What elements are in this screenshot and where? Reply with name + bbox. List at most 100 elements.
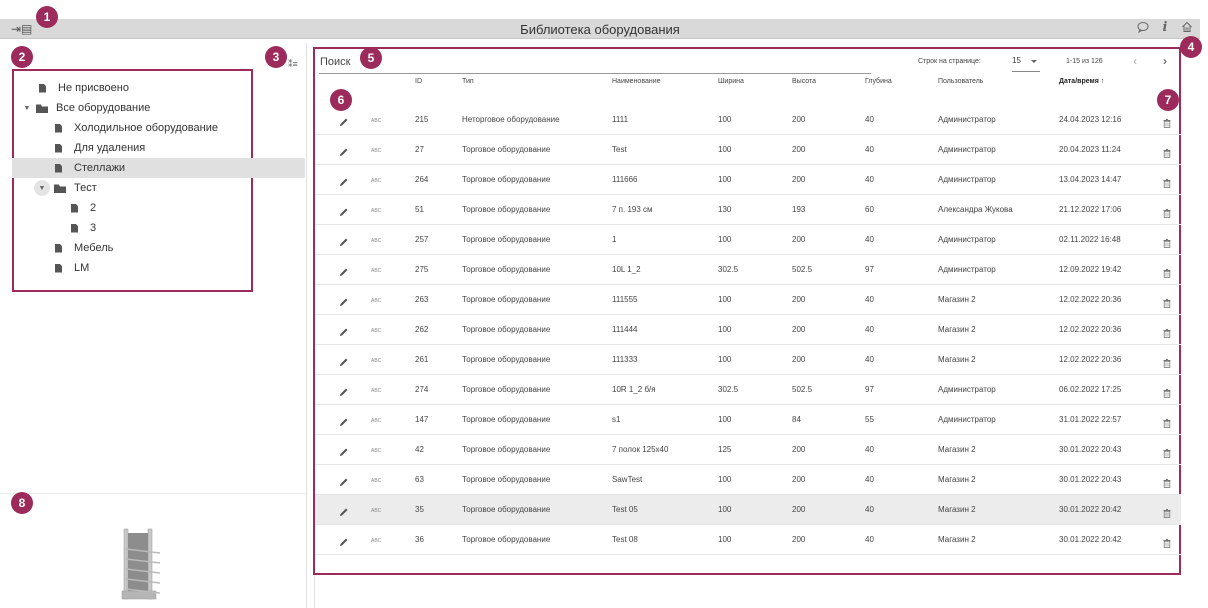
edit-pencil-icon[interactable]	[339, 264, 349, 276]
title-bar: ⇥▤ Библиотека оборудования i	[0, 19, 1200, 39]
table-row[interactable]: ABC 51 Торговое оборудование 7 п. 193 см 130…	[315, 195, 1181, 225]
delete-trash-icon[interactable]	[1163, 355, 1171, 368]
chevron-right-icon[interactable]: ›	[1163, 54, 1167, 68]
abc-badge: ABC	[371, 148, 382, 154]
edit-pencil-icon[interactable]	[339, 204, 349, 216]
edit-pencil-icon[interactable]	[339, 414, 349, 426]
column-header-id[interactable]: ID	[415, 78, 422, 85]
dropdown-arrow-icon[interactable]	[1031, 60, 1037, 63]
table-row[interactable]: ABC 275 Торговое оборудование 10L 1_2 302.5 5…	[315, 255, 1181, 285]
delete-trash-icon[interactable]	[1163, 445, 1171, 458]
column-header-datetime[interactable]: Дата/время ↑	[1059, 78, 1104, 85]
edit-pencil-icon[interactable]	[339, 504, 349, 516]
delete-trash-icon[interactable]	[1163, 535, 1171, 548]
delete-trash-icon[interactable]	[1163, 325, 1171, 338]
table-row[interactable]: ABC 262 Торговое оборудование 111444 100 200 4…	[315, 315, 1181, 345]
table-row[interactable]: ABC 215 Неторговое оборудование 1111 100 200 4…	[315, 105, 1181, 135]
cell-depth: 40	[865, 295, 874, 304]
cell-datetime: 12.02.2022 20:36	[1059, 295, 1122, 304]
cell-user: Магазин 2	[938, 325, 976, 334]
edit-pencil-icon[interactable]	[339, 324, 349, 336]
table-row[interactable]: ABC 263 Торговое оборудование 111555 100 200 4…	[315, 285, 1181, 315]
table-row[interactable]: ABC 261 Торговое оборудование 111333 100 200 4…	[315, 345, 1181, 375]
cell-height: 200	[792, 145, 806, 154]
tree-item-shelving[interactable]: Стеллажи	[12, 158, 305, 178]
cell-name: 111666	[612, 175, 638, 184]
tree-item-test[interactable]: ▼ Тест	[34, 178, 97, 198]
info-icon[interactable]: i	[1158, 21, 1172, 36]
table-row[interactable]: ABC 42 Торговое оборудование 7 полок 125х40…	[315, 435, 1181, 465]
edit-pencil-icon[interactable]	[339, 444, 349, 456]
table-row[interactable]: ABC 35 Торговое оборудование Test 05 100 200 4…	[315, 495, 1181, 525]
edit-pencil-icon[interactable]	[339, 294, 349, 306]
cell-width: 302.5	[718, 385, 739, 394]
cell-width: 125	[718, 445, 732, 454]
rows-per-page-select[interactable]: 15	[1012, 56, 1040, 70]
table-row[interactable]: ABC 36 Торговое оборудование Test 08 100 200 4…	[315, 525, 1181, 555]
delete-trash-icon[interactable]	[1163, 265, 1171, 278]
cell-name: Test	[612, 145, 627, 154]
column-header-depth[interactable]: Глубина	[865, 78, 892, 85]
tree-item-label: Холодильное оборудование	[74, 122, 218, 134]
edit-pencil-icon[interactable]	[339, 114, 349, 126]
column-header-width[interactable]: Ширина	[718, 78, 744, 85]
tree-item-furniture[interactable]: Мебель	[52, 238, 113, 258]
home-icon[interactable]	[1180, 21, 1194, 36]
cell-height: 200	[792, 355, 806, 364]
delete-trash-icon[interactable]	[1163, 295, 1171, 308]
tree-item-label: Все оборудование	[56, 102, 151, 114]
delete-trash-icon[interactable]	[1163, 175, 1171, 188]
edit-pencil-icon[interactable]	[339, 354, 349, 366]
cell-user: Администратор	[938, 145, 996, 154]
delete-trash-icon[interactable]	[1163, 505, 1171, 518]
delete-trash-icon[interactable]	[1163, 385, 1171, 398]
tree-item-3[interactable]: 3	[68, 218, 96, 238]
edit-pencil-icon[interactable]	[339, 174, 349, 186]
column-header-name[interactable]: Наименование	[612, 78, 661, 85]
tree-item-unassigned[interactable]: Не присвоено	[36, 78, 129, 98]
table-row[interactable]: ABC 274 Торговое оборудование 10R 1_2 б/я 30…	[315, 375, 1181, 405]
tree-item-all-equipment[interactable]: ▼ Все оборудование	[22, 98, 151, 118]
cell-depth: 55	[865, 415, 874, 424]
column-header-user[interactable]: Пользователь	[938, 78, 983, 85]
table-row[interactable]: ABC 257 Торговое оборудование 1 100 200 40 Адми…	[315, 225, 1181, 255]
annotation-marker-7: 7	[1157, 89, 1179, 111]
pane-divider[interactable]	[306, 43, 307, 608]
delete-trash-icon[interactable]	[1163, 475, 1171, 488]
delete-trash-icon[interactable]	[1163, 205, 1171, 218]
cell-depth: 40	[865, 475, 874, 484]
column-header-height[interactable]: Высота	[792, 78, 816, 85]
chevron-down-icon[interactable]: ▼	[34, 180, 50, 196]
edit-pencil-icon[interactable]	[339, 474, 349, 486]
edit-pencil-icon[interactable]	[339, 234, 349, 246]
cell-datetime: 02.11.2022 16:48	[1059, 235, 1121, 244]
tree-item-for-deletion[interactable]: Для удаления	[52, 138, 145, 158]
abc-badge: ABC	[371, 358, 382, 364]
chevron-down-icon[interactable]: ▼	[22, 105, 32, 112]
column-header-type[interactable]: Тип	[462, 78, 474, 85]
cell-datetime: 12.09.2022 19:42	[1059, 265, 1122, 274]
edit-pencil-icon[interactable]	[339, 534, 349, 546]
cell-height: 200	[792, 295, 806, 304]
annotation-marker-4: 4	[1180, 36, 1202, 58]
delete-trash-icon[interactable]	[1163, 145, 1171, 158]
table-row[interactable]: ABC 27 Торговое оборудование Test 100 200 40 Ад…	[315, 135, 1181, 165]
tree-item-refrigeration[interactable]: Холодильное оборудование	[52, 118, 218, 138]
table-row[interactable]: ABC 147 Торговое оборудование s1 100 84 55 Адми…	[315, 405, 1181, 435]
delete-trash-icon[interactable]	[1163, 235, 1171, 248]
tree-item-2[interactable]: 2	[68, 198, 96, 218]
chevron-left-icon[interactable]: ‹	[1133, 54, 1137, 68]
comment-icon[interactable]	[1136, 21, 1150, 36]
edit-pencil-icon[interactable]	[339, 144, 349, 156]
edit-pencil-icon[interactable]	[339, 384, 349, 396]
delete-trash-icon[interactable]	[1163, 415, 1171, 428]
tree-expand-toggle-icon[interactable]: ⁑≡	[288, 59, 298, 70]
file-icon	[71, 203, 78, 213]
tree-item-lm[interactable]: LM	[52, 258, 89, 278]
table-row[interactable]: ABC 63 Торговое оборудование SawTest 100 200 4…	[315, 465, 1181, 495]
cell-type: Торговое оборудование	[462, 535, 551, 544]
delete-trash-icon[interactable]	[1163, 115, 1171, 128]
cell-id: 27	[415, 145, 424, 154]
search-input[interactable]: Поиск	[320, 56, 350, 68]
table-row[interactable]: ABC 264 Торговое оборудование 111666 100 200 4…	[315, 165, 1181, 195]
